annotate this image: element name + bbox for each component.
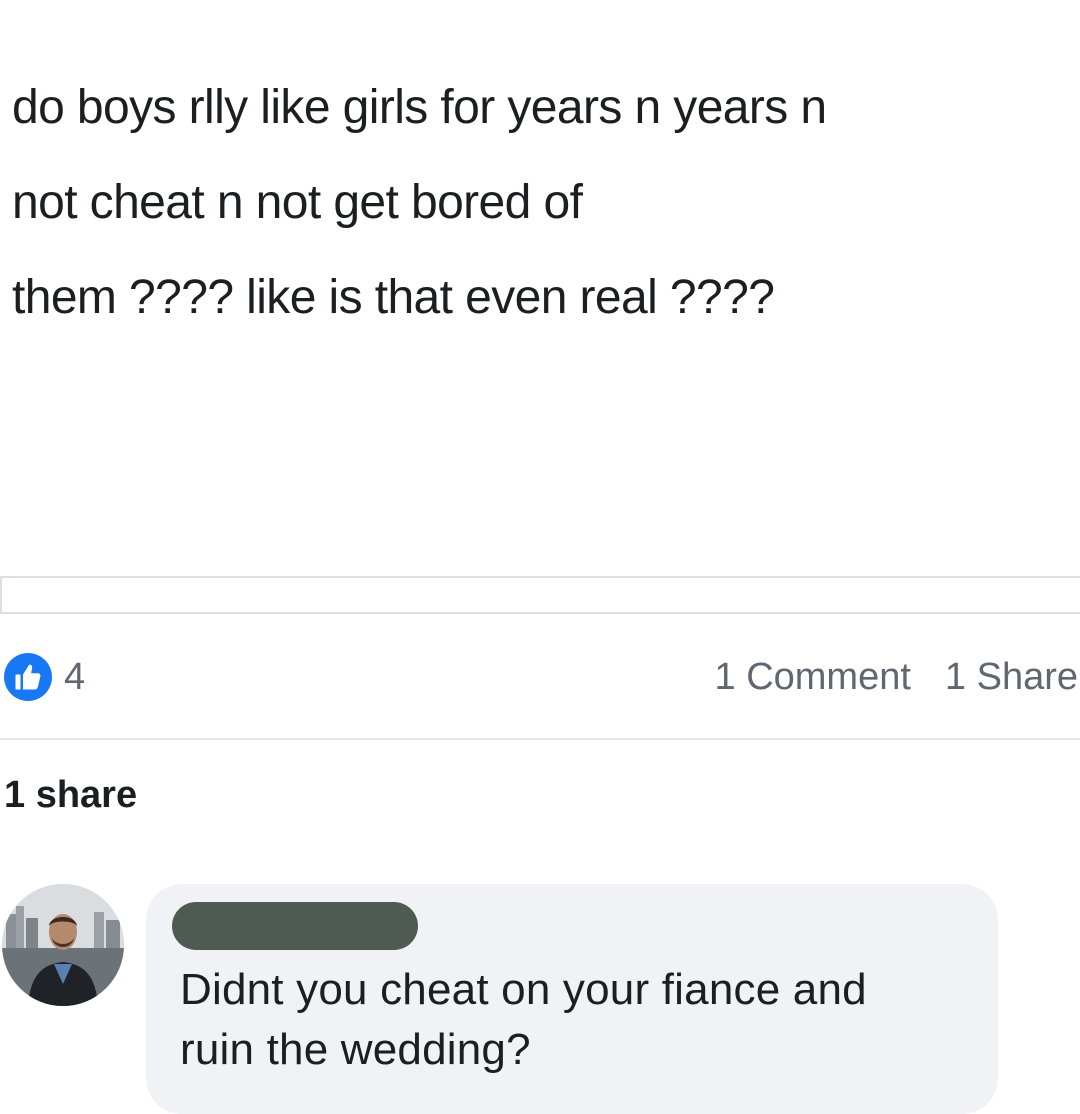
engagement-counts: 1 Comment 1 Share xyxy=(715,656,1079,699)
comment-text: Didnt you cheat on your fiance and ruin … xyxy=(180,960,980,1080)
comment-text-line: ruin the wedding? xyxy=(180,1025,531,1074)
comments-count-link[interactable]: 1 Comment xyxy=(715,656,911,698)
divider xyxy=(0,738,1080,740)
comment-text-line: Didnt you cheat on your fiance and xyxy=(180,965,867,1014)
like-count[interactable]: 4 xyxy=(64,656,85,699)
like-icon[interactable] xyxy=(4,653,52,701)
comment-bubble: Didnt you cheat on your fiance and ruin … xyxy=(146,884,998,1114)
commenter-avatar[interactable] xyxy=(2,884,124,1006)
reactions-bar: 4 1 Comment 1 Share xyxy=(0,648,1080,708)
shares-count-link[interactable]: 1 Share xyxy=(945,656,1078,698)
post-text-line: not cheat n not get bored of xyxy=(12,176,583,229)
redacted-commenter-name xyxy=(172,902,418,950)
post-text-line: them ???? like is that even real ???? xyxy=(12,271,775,324)
post-text-line: do boys rlly like girls for years n year… xyxy=(12,81,827,134)
post-text: do boys rlly like girls for years n year… xyxy=(12,60,1072,345)
link-preview-strip[interactable] xyxy=(0,576,1080,614)
share-note[interactable]: 1 share xyxy=(4,774,137,817)
